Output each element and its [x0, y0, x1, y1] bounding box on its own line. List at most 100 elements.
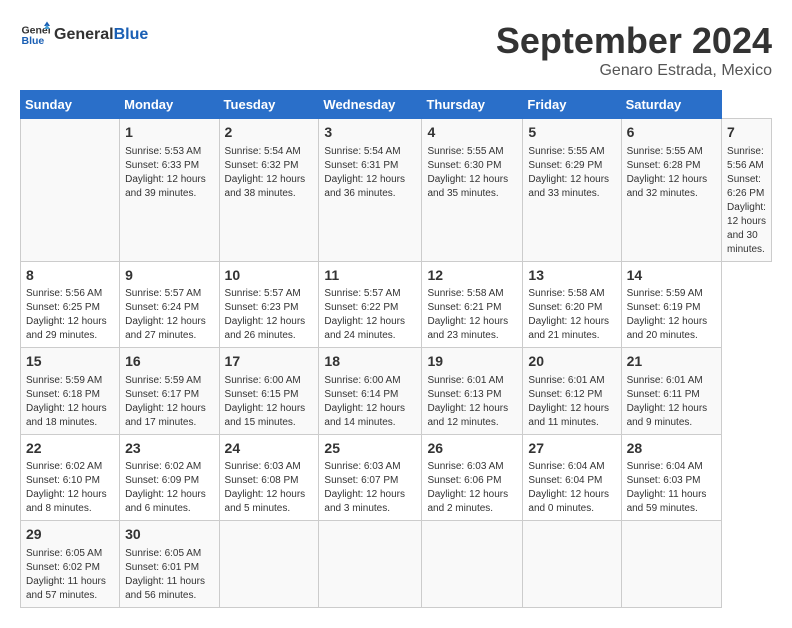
day-cell-19: 19Sunrise: 6:01 AM Sunset: 6:13 PM Dayli…: [422, 348, 523, 435]
svg-text:Blue: Blue: [22, 35, 45, 47]
day-info: Sunrise: 6:03 AM Sunset: 6:08 PM Dayligh…: [225, 460, 314, 516]
day-cell-11: 11Sunrise: 5:57 AM Sunset: 6:22 PM Dayli…: [319, 261, 422, 348]
day-number: 5: [528, 123, 615, 143]
week-row-2: 15Sunrise: 5:59 AM Sunset: 6:18 PM Dayli…: [21, 348, 772, 435]
day-cell-14: 14Sunrise: 5:59 AM Sunset: 6:19 PM Dayli…: [621, 261, 721, 348]
empty-cell: [219, 521, 319, 608]
day-cell-18: 18Sunrise: 6:00 AM Sunset: 6:14 PM Dayli…: [319, 348, 422, 435]
day-cell-25: 25Sunrise: 6:03 AM Sunset: 6:07 PM Dayli…: [319, 434, 422, 521]
day-number: 12: [427, 266, 517, 286]
day-number: 30: [125, 525, 213, 545]
day-info: Sunrise: 6:02 AM Sunset: 6:10 PM Dayligh…: [26, 460, 114, 516]
day-info: Sunrise: 5:57 AM Sunset: 6:24 PM Dayligh…: [125, 287, 213, 343]
day-info: Sunrise: 5:56 AM Sunset: 6:25 PM Dayligh…: [26, 287, 114, 343]
day-info: Sunrise: 5:55 AM Sunset: 6:29 PM Dayligh…: [528, 145, 615, 201]
day-cell-7: 7Sunrise: 5:56 AM Sunset: 6:26 PM Daylig…: [722, 119, 772, 262]
day-number: 18: [324, 352, 416, 372]
empty-cell: [422, 521, 523, 608]
day-number: 10: [225, 266, 314, 286]
day-cell-6: 6Sunrise: 5:55 AM Sunset: 6:28 PM Daylig…: [621, 119, 721, 262]
day-info: Sunrise: 6:03 AM Sunset: 6:06 PM Dayligh…: [427, 460, 517, 516]
day-info: Sunrise: 6:05 AM Sunset: 6:01 PM Dayligh…: [125, 547, 213, 603]
day-cell-22: 22Sunrise: 6:02 AM Sunset: 6:10 PM Dayli…: [21, 434, 120, 521]
day-number: 15: [26, 352, 114, 372]
week-row-4: 29Sunrise: 6:05 AM Sunset: 6:02 PM Dayli…: [21, 521, 772, 608]
day-number: 9: [125, 266, 213, 286]
day-cell-30: 30Sunrise: 6:05 AM Sunset: 6:01 PM Dayli…: [120, 521, 219, 608]
day-header-sunday: Sunday: [21, 91, 120, 119]
day-cell-3: 3Sunrise: 5:54 AM Sunset: 6:31 PM Daylig…: [319, 119, 422, 262]
day-number: 4: [427, 123, 517, 143]
month-title: September 2024: [496, 20, 772, 62]
day-cell-1: 1Sunrise: 5:53 AM Sunset: 6:33 PM Daylig…: [120, 119, 219, 262]
day-info: Sunrise: 5:53 AM Sunset: 6:33 PM Dayligh…: [125, 145, 213, 201]
day-cell-12: 12Sunrise: 5:58 AM Sunset: 6:21 PM Dayli…: [422, 261, 523, 348]
day-cell-16: 16Sunrise: 5:59 AM Sunset: 6:17 PM Dayli…: [120, 348, 219, 435]
day-cell-5: 5Sunrise: 5:55 AM Sunset: 6:29 PM Daylig…: [523, 119, 621, 262]
day-info: Sunrise: 6:00 AM Sunset: 6:15 PM Dayligh…: [225, 374, 314, 430]
day-header-tuesday: Tuesday: [219, 91, 319, 119]
day-number: 1: [125, 123, 213, 143]
day-cell-8: 8Sunrise: 5:56 AM Sunset: 6:25 PM Daylig…: [21, 261, 120, 348]
day-header-row: SundayMondayTuesdayWednesdayThursdayFrid…: [21, 91, 772, 119]
day-info: Sunrise: 6:01 AM Sunset: 6:11 PM Dayligh…: [627, 374, 716, 430]
day-number: 22: [26, 439, 114, 459]
empty-cell: [319, 521, 422, 608]
logo-text: GeneralBlue: [54, 26, 148, 44]
day-number: 19: [427, 352, 517, 372]
empty-cell: [523, 521, 621, 608]
day-cell-21: 21Sunrise: 6:01 AM Sunset: 6:11 PM Dayli…: [621, 348, 721, 435]
day-number: 23: [125, 439, 213, 459]
week-row-0: 1Sunrise: 5:53 AM Sunset: 6:33 PM Daylig…: [21, 119, 772, 262]
day-header-wednesday: Wednesday: [319, 91, 422, 119]
day-header-saturday: Saturday: [621, 91, 721, 119]
day-info: Sunrise: 5:59 AM Sunset: 6:19 PM Dayligh…: [627, 287, 716, 343]
day-number: 29: [26, 525, 114, 545]
calendar-header: SundayMondayTuesdayWednesdayThursdayFrid…: [21, 91, 772, 119]
day-cell-13: 13Sunrise: 5:58 AM Sunset: 6:20 PM Dayli…: [523, 261, 621, 348]
logo: General Blue GeneralBlue: [20, 20, 148, 50]
day-cell-9: 9Sunrise: 5:57 AM Sunset: 6:24 PM Daylig…: [120, 261, 219, 348]
day-number: 16: [125, 352, 213, 372]
day-info: Sunrise: 6:04 AM Sunset: 6:04 PM Dayligh…: [528, 460, 615, 516]
day-info: Sunrise: 5:58 AM Sunset: 6:21 PM Dayligh…: [427, 287, 517, 343]
day-info: Sunrise: 5:59 AM Sunset: 6:17 PM Dayligh…: [125, 374, 213, 430]
day-number: 26: [427, 439, 517, 459]
day-info: Sunrise: 6:00 AM Sunset: 6:14 PM Dayligh…: [324, 374, 416, 430]
day-number: 11: [324, 266, 416, 286]
empty-cell: [621, 521, 721, 608]
day-info: Sunrise: 5:54 AM Sunset: 6:32 PM Dayligh…: [225, 145, 314, 201]
day-cell-17: 17Sunrise: 6:00 AM Sunset: 6:15 PM Dayli…: [219, 348, 319, 435]
day-number: 14: [627, 266, 716, 286]
day-cell-28: 28Sunrise: 6:04 AM Sunset: 6:03 PM Dayli…: [621, 434, 721, 521]
day-number: 24: [225, 439, 314, 459]
day-number: 21: [627, 352, 716, 372]
logo-icon: General Blue: [20, 20, 50, 50]
day-info: Sunrise: 6:03 AM Sunset: 6:07 PM Dayligh…: [324, 460, 416, 516]
day-info: Sunrise: 6:02 AM Sunset: 6:09 PM Dayligh…: [125, 460, 213, 516]
day-info: Sunrise: 5:55 AM Sunset: 6:28 PM Dayligh…: [627, 145, 716, 201]
day-cell-27: 27Sunrise: 6:04 AM Sunset: 6:04 PM Dayli…: [523, 434, 621, 521]
empty-cell: [21, 119, 120, 262]
day-info: Sunrise: 5:59 AM Sunset: 6:18 PM Dayligh…: [26, 374, 114, 430]
day-info: Sunrise: 6:05 AM Sunset: 6:02 PM Dayligh…: [26, 547, 114, 603]
day-info: Sunrise: 5:57 AM Sunset: 6:23 PM Dayligh…: [225, 287, 314, 343]
week-row-3: 22Sunrise: 6:02 AM Sunset: 6:10 PM Dayli…: [21, 434, 772, 521]
day-info: Sunrise: 6:01 AM Sunset: 6:13 PM Dayligh…: [427, 374, 517, 430]
day-number: 8: [26, 266, 114, 286]
day-info: Sunrise: 6:04 AM Sunset: 6:03 PM Dayligh…: [627, 460, 716, 516]
week-row-1: 8Sunrise: 5:56 AM Sunset: 6:25 PM Daylig…: [21, 261, 772, 348]
day-number: 6: [627, 123, 716, 143]
day-number: 27: [528, 439, 615, 459]
day-header-friday: Friday: [523, 91, 621, 119]
day-number: 28: [627, 439, 716, 459]
day-number: 13: [528, 266, 615, 286]
day-info: Sunrise: 5:56 AM Sunset: 6:26 PM Dayligh…: [727, 145, 766, 257]
day-header-monday: Monday: [120, 91, 219, 119]
day-info: Sunrise: 5:54 AM Sunset: 6:31 PM Dayligh…: [324, 145, 416, 201]
day-number: 7: [727, 123, 766, 143]
calendar-table: SundayMondayTuesdayWednesdayThursdayFrid…: [20, 90, 772, 608]
day-cell-20: 20Sunrise: 6:01 AM Sunset: 6:12 PM Dayli…: [523, 348, 621, 435]
day-number: 20: [528, 352, 615, 372]
day-info: Sunrise: 5:55 AM Sunset: 6:30 PM Dayligh…: [427, 145, 517, 201]
